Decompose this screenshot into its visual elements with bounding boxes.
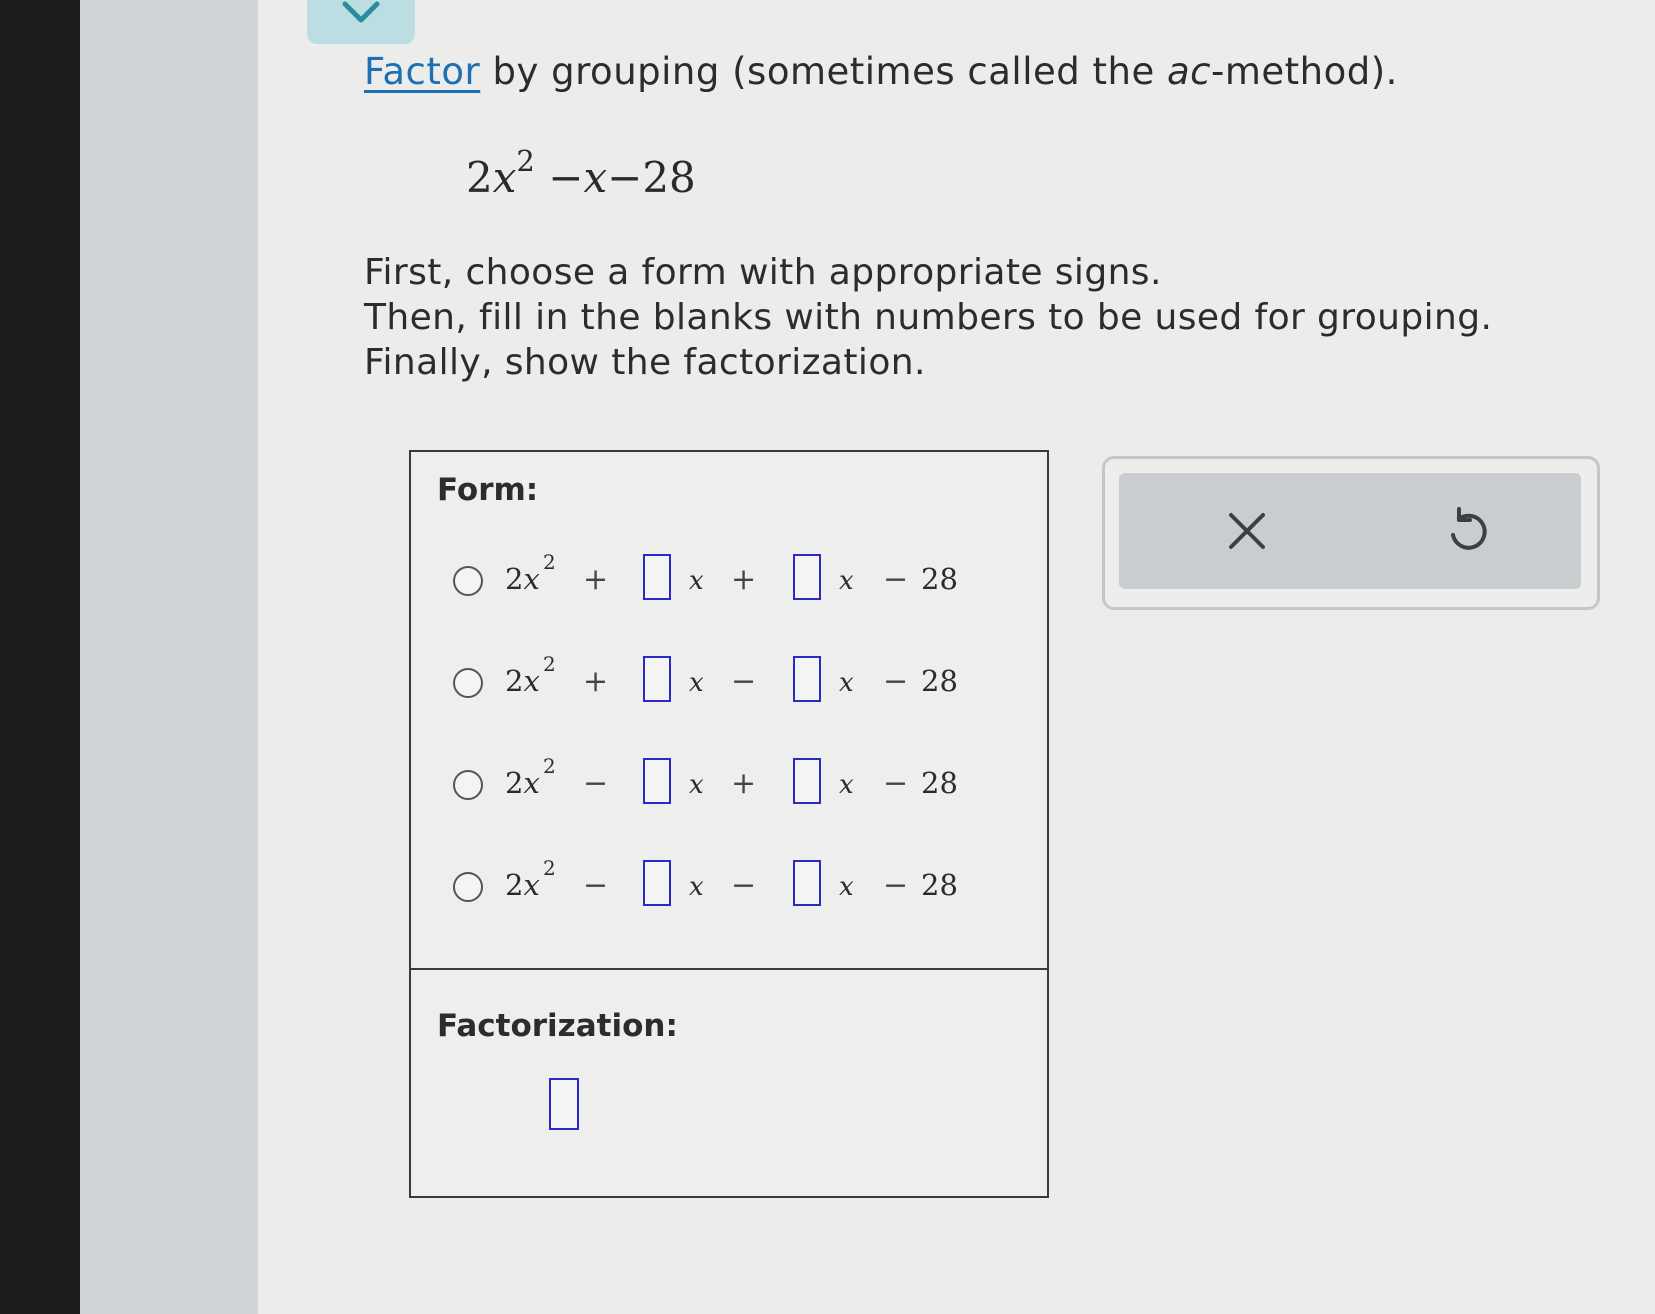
form-option-4[interactable]: 2x 2 − x − x − 28 [443,856,1003,916]
coefficient-blank-1[interactable] [643,656,671,702]
coefficient-blank-2[interactable] [793,860,821,906]
coefficient-blank-2[interactable] [793,554,821,600]
option-op3: − [883,868,909,903]
expr-op2: − [607,153,643,202]
expr-op1: − [548,153,584,202]
option-lead-term: 2x [505,664,540,698]
coefficient-blank-2[interactable] [793,656,821,702]
left-gutter [80,0,258,1314]
option-op1: + [583,562,609,597]
instruction-line-1: First, choose a form with appropriate si… [364,252,1162,293]
form-label: Form: [437,472,539,508]
undo-icon [1451,507,1487,550]
option-op2: + [731,562,757,597]
coefficient-blank-1[interactable] [643,554,671,600]
radio-button[interactable] [453,668,483,698]
option-op3: − [883,562,909,597]
option-lead-term: 2x [505,562,540,596]
form-section: Form: 2x 2 + x + x − 28 2x 2 + x − x − 2… [411,452,1047,970]
option-op1: − [583,868,609,903]
option-op2: − [731,664,757,699]
option-op2: + [731,766,757,801]
option-op2: − [731,868,757,903]
form-option-3[interactable]: 2x 2 − x + x − 28 [443,754,1003,814]
option-const: 28 [921,562,958,596]
expr-var: x [492,153,517,202]
problem-prompt: Factor by grouping (sometimes called the… [364,50,1398,93]
expr-const: 28 [642,153,696,202]
option-lead-term: 2x [505,868,540,902]
instructions: First, choose a form with appropriate si… [364,250,1492,385]
option-x1: x [689,668,704,698]
option-op3: − [883,664,909,699]
clear-button[interactable] [1217,501,1277,561]
coefficient-blank-2[interactable] [793,758,821,804]
factorization-label: Factorization: [437,1008,678,1044]
option-lead-term: 2x [505,766,540,800]
option-op1: + [583,664,609,699]
option-x2: x [839,770,854,800]
form-option-2[interactable]: 2x 2 + x − x − 28 [443,652,1003,712]
option-x1: x [689,566,704,596]
option-x2: x [839,566,854,596]
chevron-down-icon [342,1,380,23]
radio-button[interactable] [453,770,483,800]
expr-var2: x [583,153,608,202]
instruction-line-3: Finally, show the factorization. [364,342,926,383]
option-op3: − [883,766,909,801]
prompt-text-2: -method). [1211,50,1398,93]
close-icon [1229,513,1265,549]
radio-button[interactable] [453,872,483,902]
answer-panel: Form: 2x 2 + x + x − 28 2x 2 + x − x − 2… [409,450,1049,1198]
tool-panel [1102,456,1600,610]
coefficient-blank-1[interactable] [643,758,671,804]
form-option-1[interactable]: 2x 2 + x + x − 28 [443,550,1003,610]
option-exponent: 2 [543,856,556,880]
instruction-line-2: Then, fill in the blanks with numbers to… [364,297,1493,338]
option-op1: − [583,766,609,801]
option-x1: x [689,770,704,800]
option-exponent: 2 [543,652,556,676]
tool-bar [1119,473,1581,589]
option-const: 28 [921,664,958,698]
option-exponent: 2 [543,550,556,574]
prompt-ac: ac [1166,50,1211,93]
collapse-tab[interactable] [307,0,415,44]
expr-exp: 2 [516,144,535,178]
option-const: 28 [921,868,958,902]
factorization-input[interactable] [549,1078,579,1130]
radio-button[interactable] [453,566,483,596]
polynomial-expression: 2x2 −x−28 [466,144,696,202]
factor-link[interactable]: Factor [364,50,480,93]
option-x1: x [689,872,704,902]
option-const: 28 [921,766,958,800]
device-bezel [0,0,80,1314]
coefficient-blank-1[interactable] [643,860,671,906]
factorization-section: Factorization: [411,970,1047,1196]
expr-coef: 2 [466,153,493,202]
option-x2: x [839,872,854,902]
option-x2: x [839,668,854,698]
undo-button[interactable] [1437,501,1497,561]
option-exponent: 2 [543,754,556,778]
prompt-text-1: by grouping (sometimes called the [480,50,1167,93]
